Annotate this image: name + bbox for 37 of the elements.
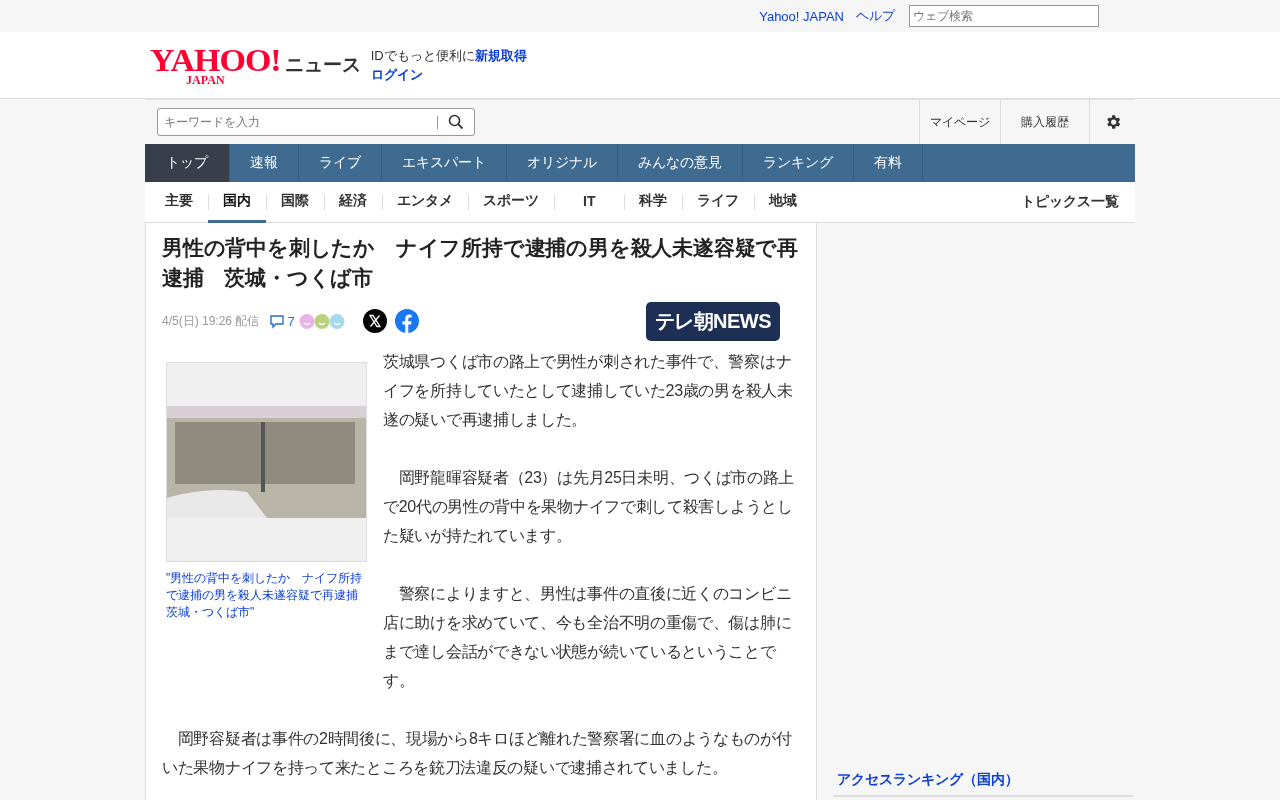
category-tab[interactable]: IT: [554, 182, 625, 223]
source-logo[interactable]: テレ朝NEWS: [645, 301, 780, 341]
ranking-heading[interactable]: アクセスランキング（国内）: [833, 769, 1133, 797]
article-paragraph: 岡野容疑者は事件の2時間後に、現場から8キロほど離れた警察署に血のようなものが付いた果物ナイフを持って来たところを銃刀法違反の疑いで逮捕されていました。: [162, 729, 793, 778]
photo-caption[interactable]: "男性の背中を刺したか ナイフ所持で逮捕の男を殺人未遂容疑で再逮捕茨城・つくば市": [166, 570, 367, 621]
nav-tab[interactable]: トップ: [145, 144, 230, 182]
yahoo-japan-logo[interactable]: YAHOO! JAPAN: [150, 44, 281, 86]
publish-date: 4/5(日) 19:26 配信: [162, 312, 260, 330]
article-paragraph: 茨城県つくば市の路上で男性が刺された事件で、警察はナイフを所持していたとして逮捕していた23歳の男を殺人未遂の疑いで再逮捕しました。: [383, 352, 794, 430]
topics-list-link[interactable]: トピックス一覧: [1021, 182, 1119, 222]
service-name: ニュース: [284, 53, 361, 77]
category-tab[interactable]: 主要: [150, 182, 208, 223]
keyword-search-field[interactable]: キーワードを入力: [162, 114, 437, 130]
category-tab[interactable]: 経済: [324, 182, 382, 223]
x-share-icon[interactable]: [362, 309, 387, 333]
category-tab[interactable]: スポーツ: [468, 182, 554, 223]
header-link[interactable]: Yahoo! JAPAN: [759, 8, 844, 24]
header-link[interactable]: ヘルプ: [856, 7, 895, 25]
category-tab[interactable]: ライフ: [682, 182, 755, 223]
category-tab[interactable]: エンタメ: [382, 182, 468, 223]
comment-link[interactable]: 7: [269, 313, 295, 329]
category-tab[interactable]: 科学: [624, 182, 683, 223]
signup-link[interactable]: 新規取得: [474, 48, 527, 63]
photo-placeholder[interactable]: [167, 406, 366, 518]
article-title: 男性の背中を刺したか ナイフ所持で逮捕の男を殺人未遂容疑で再逮捕 茨城・つくば市: [162, 235, 799, 291]
search-icon[interactable]: [448, 114, 464, 130]
article-paragraph: 岡野龍暉容疑者（23）は先月25日未明、つくば市の路上で20代の男性の背中を果物ナイフで刺して殺害しようとした疑いが持たれています。: [383, 468, 796, 546]
reaction-faces-icon: [298, 312, 345, 330]
article-paragraph: 警察によりますと、男性は事件の直後に近くのコンビニ店に助けを求めていて、今も全治不明の重傷で、傷は肺にまで達し会話ができない状態が続いているということです。: [383, 584, 793, 691]
facebook-share-icon[interactable]: [394, 309, 419, 333]
comment-icon: [269, 313, 286, 329]
login-link[interactable]: ログイン: [370, 65, 527, 84]
web-search-field[interactable]: ウェブ検索: [909, 5, 1099, 27]
signup-prompt: IDでもっと便利に: [370, 48, 475, 63]
category-tab[interactable]: 国際: [266, 182, 324, 223]
category-tab[interactable]: 地域: [754, 182, 813, 223]
keyword-search-box[interactable]: キーワードを入力: [157, 108, 475, 136]
